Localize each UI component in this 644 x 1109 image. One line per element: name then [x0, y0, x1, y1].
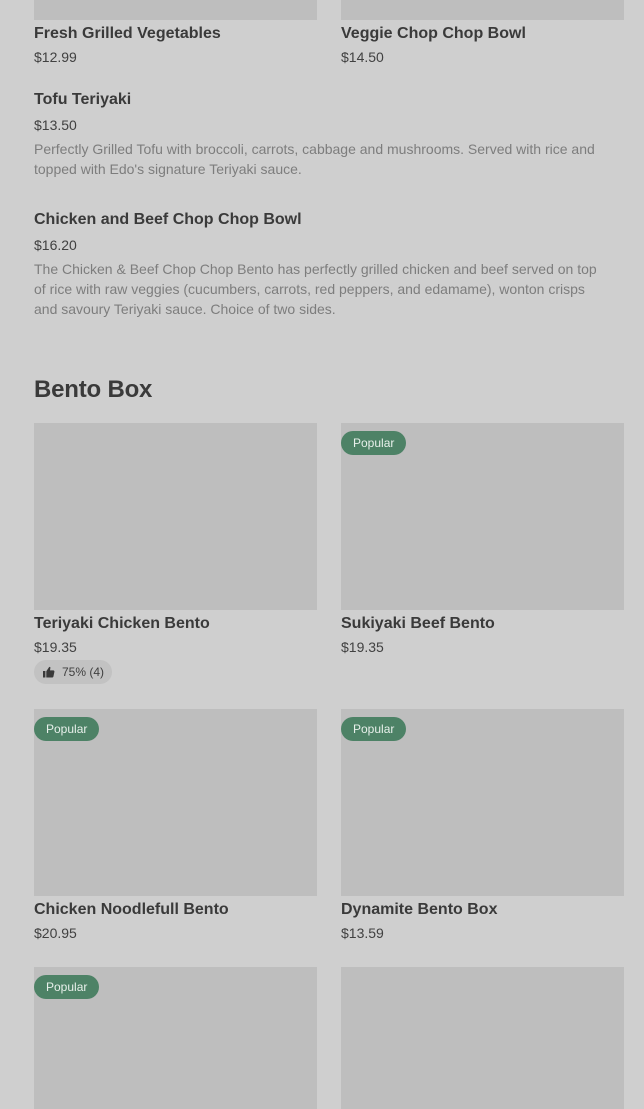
- item-description: The Chicken & Beef Chop Chop Bento has p…: [34, 259, 624, 319]
- description-line: Perfectly Grilled Tofu with broccoli, ca…: [34, 141, 595, 157]
- item-price: $16.20: [34, 237, 77, 253]
- item-price: $12.99: [34, 49, 77, 65]
- item-title[interactable]: Fresh Grilled Vegetables: [34, 25, 221, 43]
- item-image-card-6[interactable]: [341, 967, 624, 1109]
- item-title[interactable]: Veggie Chop Chop Bowl: [341, 25, 526, 43]
- item-title[interactable]: Sukiyaki Beef Bento: [341, 615, 495, 633]
- item-title: Tofu Teriyaki: [34, 91, 132, 108]
- item-image-teriyaki-chicken-bento[interactable]: [34, 423, 317, 610]
- item-title: Chicken and Beef Chop Chop Bowl: [34, 211, 302, 228]
- item-title[interactable]: Dynamite Bento Box: [341, 901, 497, 919]
- item-title[interactable]: Teriyaki Chicken Bento: [34, 615, 210, 633]
- rating-text: 75% (4): [62, 665, 105, 679]
- list-item-tofu-teriyaki[interactable]: Tofu Teriyaki $13.50 Perfectly Grilled T…: [34, 90, 624, 179]
- item-price: $19.35: [34, 639, 77, 655]
- popular-badge: Popular: [341, 431, 407, 455]
- item-description: Perfectly Grilled Tofu with broccoli, ca…: [34, 139, 624, 179]
- description-line: topped with Edo's signature Teriyaki sau…: [34, 161, 302, 177]
- popular-badge: Popular: [341, 717, 407, 741]
- popular-badge: Popular: [34, 717, 100, 741]
- thumbs-up-icon: [43, 666, 55, 678]
- item-price: $19.35: [341, 639, 384, 655]
- description-line: and savoury Teriyaki sauce. Choice of tw…: [34, 301, 336, 317]
- rating-pill: 75% (4): [34, 660, 113, 684]
- description-line: The Chicken & Beef Chop Chop Bento has p…: [34, 261, 597, 277]
- popular-badge: Popular: [34, 975, 100, 999]
- item-price: $13.50: [34, 117, 77, 133]
- item-title[interactable]: Chicken Noodlefull Bento: [34, 901, 229, 919]
- item-price: $14.50: [341, 49, 384, 65]
- item-image-veggie-chop-chop-bowl[interactable]: [341, 0, 624, 20]
- item-price: $13.59: [341, 925, 384, 941]
- section-title: Bento Box: [34, 376, 153, 403]
- list-item-chicken-beef-bowl[interactable]: Chicken and Beef Chop Chop Bowl $16.20 T…: [34, 210, 624, 319]
- description-line: of rice with raw veggies (cucumbers, car…: [34, 281, 585, 297]
- item-image-fresh-grilled-vegetables[interactable]: [34, 0, 317, 20]
- item-price: $20.95: [34, 925, 77, 941]
